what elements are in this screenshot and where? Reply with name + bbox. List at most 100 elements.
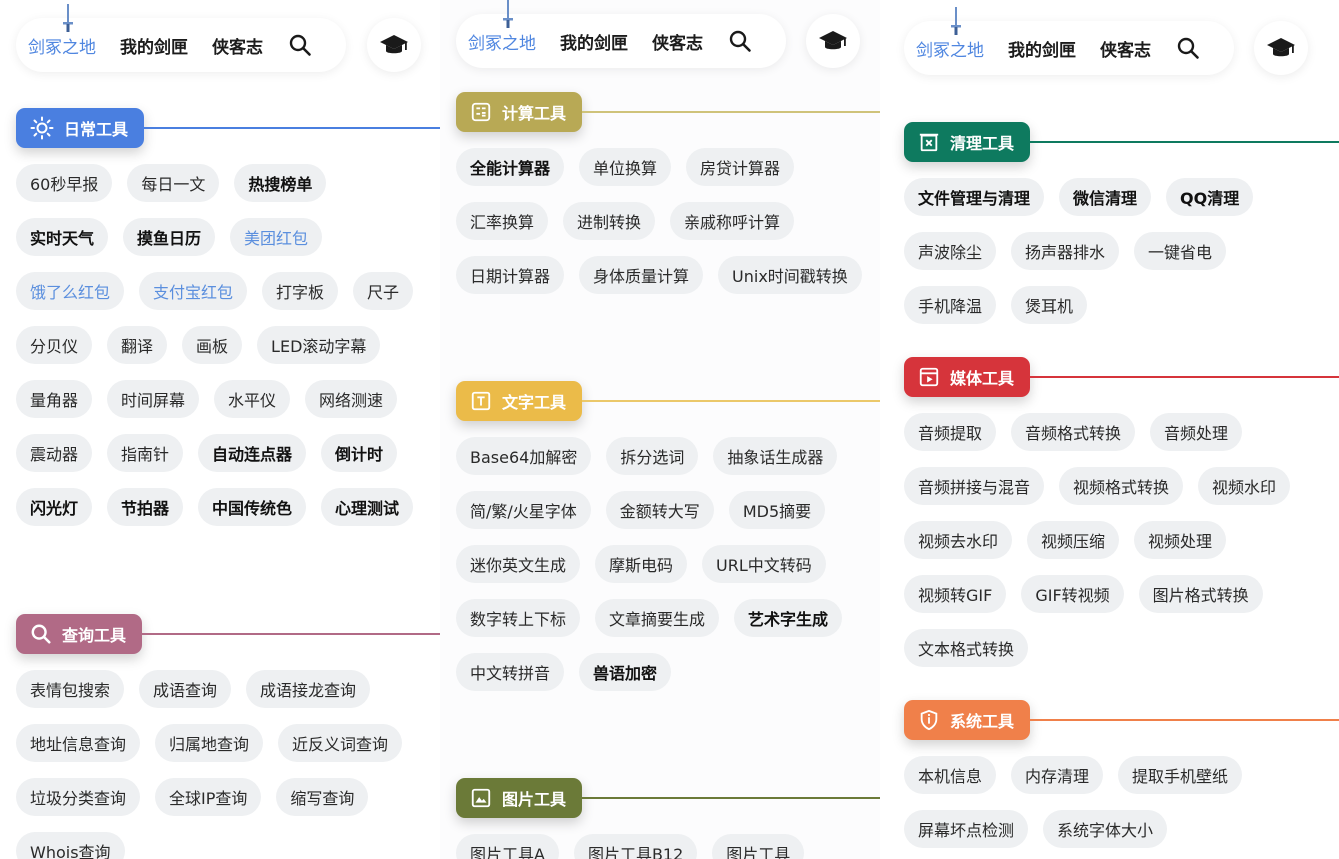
- tool-chip[interactable]: 视频水印: [1198, 467, 1291, 505]
- tool-chip[interactable]: 闪光灯: [16, 488, 93, 526]
- tool-chip[interactable]: 热搜榜单: [234, 164, 327, 202]
- tool-chip[interactable]: 量角器: [16, 380, 93, 418]
- tool-chip[interactable]: 分贝仪: [16, 326, 93, 364]
- tool-chip[interactable]: 文章摘要生成: [595, 599, 720, 637]
- tool-chip[interactable]: 一键省电: [1134, 232, 1227, 270]
- tool-chip[interactable]: 全能计算器: [456, 148, 565, 186]
- tool-chip[interactable]: 拆分选词: [606, 437, 699, 475]
- tab-sword-land[interactable]: 剑冢之地: [916, 36, 984, 61]
- tool-chip[interactable]: 音频格式转换: [1011, 413, 1136, 451]
- graduation-cap-icon[interactable]: [806, 14, 860, 68]
- tool-chip[interactable]: 音频拼接与混音: [904, 467, 1045, 505]
- tool-chip[interactable]: 亲戚称呼计算: [670, 202, 795, 240]
- tab-knight-journal[interactable]: 侠客志: [212, 33, 263, 58]
- tool-chip[interactable]: 翻译: [107, 326, 168, 364]
- tool-chip[interactable]: 成语接龙查询: [246, 670, 371, 708]
- tab-my-sword-box[interactable]: 我的剑匣: [120, 33, 188, 58]
- tool-chip[interactable]: 时间屏幕: [107, 380, 200, 418]
- tool-chip[interactable]: 图片工具A: [456, 834, 559, 859]
- tool-chip[interactable]: 缩写查询: [276, 778, 369, 816]
- tool-chip[interactable]: 中文转拼音: [456, 653, 565, 691]
- tool-chip[interactable]: 数字转上下标: [456, 599, 581, 637]
- tool-chip[interactable]: 心理测试: [321, 488, 414, 526]
- tab-sword-land[interactable]: 剑冢之地: [468, 29, 536, 54]
- tool-chip[interactable]: 视频压缩: [1027, 521, 1120, 559]
- tool-chip[interactable]: LED滚动字幕: [257, 326, 381, 364]
- tool-chip[interactable]: 尺子: [353, 272, 414, 310]
- tool-chip[interactable]: 近反义词查询: [278, 724, 403, 762]
- tool-chip[interactable]: 简/繁/火星字体: [456, 491, 591, 529]
- tool-chip[interactable]: 手机降温: [904, 286, 997, 324]
- tool-chip[interactable]: 自动连点器: [198, 434, 307, 472]
- tool-chip[interactable]: 房贷计算器: [686, 148, 795, 186]
- tool-chip[interactable]: 倒计时: [321, 434, 398, 472]
- tab-knight-journal[interactable]: 侠客志: [652, 29, 703, 54]
- tool-chip[interactable]: 音频提取: [904, 413, 997, 451]
- tool-chip[interactable]: 屏幕坏点检测: [904, 810, 1029, 848]
- tool-chip[interactable]: 图片工具B12: [573, 834, 698, 859]
- tool-chip[interactable]: 汇率换算: [456, 202, 549, 240]
- tool-chip[interactable]: 水平仪: [214, 380, 291, 418]
- tool-chip[interactable]: URL中文转码: [702, 545, 826, 583]
- tool-chip[interactable]: 指南针: [107, 434, 184, 472]
- tool-chip[interactable]: 内存清理: [1011, 756, 1104, 794]
- tool-chip[interactable]: MD5摘要: [728, 491, 826, 529]
- tool-chip[interactable]: 图片格式转换: [1138, 575, 1263, 613]
- tool-chip[interactable]: 垃圾分类查询: [16, 778, 141, 816]
- tool-chip[interactable]: 进制转换: [563, 202, 656, 240]
- tool-chip[interactable]: 视频处理: [1134, 521, 1227, 559]
- tool-chip[interactable]: 扬声器排水: [1011, 232, 1120, 270]
- tool-chip[interactable]: 摩斯电码: [595, 545, 688, 583]
- tool-chip[interactable]: 节拍器: [107, 488, 184, 526]
- tool-chip[interactable]: 每日一文: [127, 164, 220, 202]
- tool-chip[interactable]: 地址信息查询: [16, 724, 141, 762]
- tool-chip[interactable]: 提取手机壁纸: [1118, 756, 1243, 794]
- tool-chip[interactable]: 金额转大写: [605, 491, 714, 529]
- search-icon[interactable]: [287, 32, 313, 58]
- tool-chip[interactable]: 音频处理: [1150, 413, 1243, 451]
- search-icon[interactable]: [727, 28, 753, 54]
- tool-chip[interactable]: 单位换算: [579, 148, 672, 186]
- graduation-cap-icon[interactable]: [1254, 21, 1308, 75]
- tool-chip[interactable]: 归属地查询: [155, 724, 264, 762]
- tool-chip[interactable]: 系统字体大小: [1043, 810, 1168, 848]
- tool-chip[interactable]: 饿了么红包: [16, 272, 125, 310]
- tool-chip[interactable]: 60秒早报: [16, 164, 113, 202]
- tool-chip[interactable]: 艺术字生成: [734, 599, 843, 637]
- tool-chip[interactable]: 视频格式转换: [1059, 467, 1184, 505]
- tool-chip[interactable]: 支付宝红包: [139, 272, 248, 310]
- tool-chip[interactable]: 摸鱼日历: [123, 218, 216, 256]
- tool-chip[interactable]: 文件管理与清理: [904, 178, 1045, 216]
- tab-sword-land[interactable]: 剑冢之地: [28, 33, 96, 58]
- tool-chip[interactable]: 文本格式转换: [904, 629, 1029, 667]
- tool-chip[interactable]: 日期计算器: [456, 256, 565, 294]
- tool-chip[interactable]: 打字板: [262, 272, 339, 310]
- tool-chip[interactable]: Base64加解密: [456, 437, 592, 475]
- graduation-cap-icon[interactable]: [367, 18, 421, 72]
- tool-chip[interactable]: 震动器: [16, 434, 93, 472]
- tool-chip[interactable]: 本机信息: [904, 756, 997, 794]
- tool-chip[interactable]: 中国传统色: [198, 488, 307, 526]
- tool-chip[interactable]: 抽象话生成器: [713, 437, 838, 475]
- tool-chip[interactable]: 迷你英文生成: [456, 545, 581, 583]
- tool-chip[interactable]: 视频转GIF: [904, 575, 1007, 613]
- search-icon[interactable]: [1175, 35, 1201, 61]
- tool-chip[interactable]: 全球IP查询: [155, 778, 262, 816]
- tool-chip[interactable]: 画板: [182, 326, 243, 364]
- tool-chip[interactable]: 成语查询: [139, 670, 232, 708]
- tab-knight-journal[interactable]: 侠客志: [1100, 36, 1151, 61]
- tool-chip[interactable]: 兽语加密: [579, 653, 672, 691]
- tool-chip[interactable]: 视频去水印: [904, 521, 1013, 559]
- tab-my-sword-box[interactable]: 我的剑匣: [560, 29, 628, 54]
- tool-chip[interactable]: 煲耳机: [1011, 286, 1088, 324]
- tool-chip[interactable]: 声波除尘: [904, 232, 997, 270]
- tab-my-sword-box[interactable]: 我的剑匣: [1008, 36, 1076, 61]
- tool-chip[interactable]: 表情包搜索: [16, 670, 125, 708]
- tool-chip[interactable]: 微信清理: [1059, 178, 1152, 216]
- tool-chip[interactable]: 网络测速: [305, 380, 398, 418]
- tool-chip[interactable]: 美团红包: [230, 218, 323, 256]
- tool-chip[interactable]: 实时天气: [16, 218, 109, 256]
- tool-chip[interactable]: GIF转视频: [1021, 575, 1124, 613]
- tool-chip[interactable]: Whois查询: [16, 832, 125, 859]
- tool-chip[interactable]: Unix时间戳转换: [718, 256, 862, 294]
